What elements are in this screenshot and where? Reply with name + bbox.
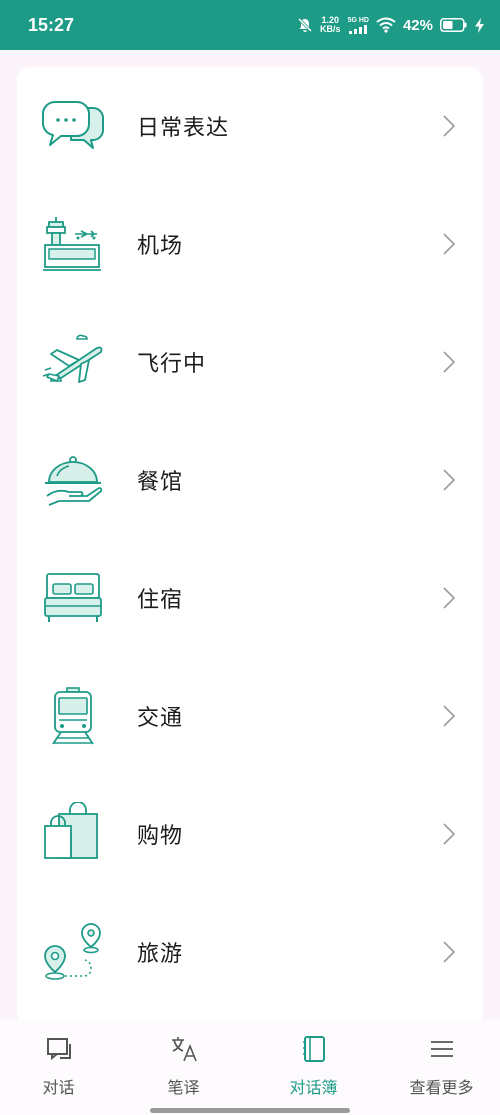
list-item-in-flight[interactable]: 飞行中 [17,303,483,421]
tab-phrasebook[interactable]: 对话簿 [251,1034,376,1104]
chevron-right-icon [443,233,456,255]
chevron-right-icon [443,351,456,373]
list-item-label: 日常表达 [137,116,230,141]
list-item-label: 机场 [137,234,184,259]
list-item-label: 交通 [137,706,184,731]
battery-icon [440,18,467,32]
list-item-label: 购物 [137,824,184,849]
restaurant-cloche-icon [41,448,105,512]
list-item-airport[interactable]: 机场 [17,185,483,303]
tab-see-more[interactable]: 查看更多 [379,1034,500,1104]
tab-label: 查看更多 [409,1078,474,1097]
shopping-bags-icon [41,802,105,866]
signal-bars-icon [349,24,368,34]
chevron-right-icon [443,115,456,137]
chevron-right-icon [443,823,456,845]
mute-bell-icon [297,17,313,33]
list-item-shopping[interactable]: 购物 [17,775,483,893]
tab-conversation[interactable]: 对话 [0,1034,121,1104]
charging-bolt-icon [475,17,484,33]
map-route-icon [41,920,105,984]
translate-icon [171,1037,197,1062]
phrasebook-icon [302,1036,325,1062]
status-icons: 1.20 KB/s 5G HD 42% [297,16,484,34]
list-item-daily-expressions[interactable]: 日常表达 [17,67,483,185]
status-bar: 15:27 1.20 KB/s 5G HD 42% [0,0,500,50]
status-time: 15:27 [28,14,75,35]
list-item-restaurant[interactable]: 餐馆 [17,421,483,539]
chevron-right-icon [443,705,456,727]
tab-translate[interactable]: 笔译 [121,1034,246,1104]
chevron-right-icon [443,469,456,491]
bottom-navigation: 对话 笔译 对话簿 查看更多 [0,1020,500,1115]
chat-bubbles-icon [41,94,105,158]
wifi-icon [376,17,396,33]
airport-icon [41,212,105,276]
tab-label: 对话簿 [289,1078,338,1097]
list-item-label: 餐馆 [137,470,184,495]
battery-percent: 42% [402,16,433,34]
net-speed: 1.20 KB/s [320,15,341,34]
list-item-label: 旅游 [137,942,184,967]
home-indicator[interactable] [150,1108,350,1113]
list-item-label: 飞行中 [137,352,207,377]
chevron-right-icon [443,587,456,609]
train-icon [41,684,105,748]
menu-icon [430,1041,453,1057]
list-item-label: 住宿 [137,588,184,613]
list-item-transportation[interactable]: 交通 [17,657,483,775]
category-list: 日常表达 机场 飞行中 餐馆 住宿 交通 购物 旅游 [17,67,483,1027]
tab-label: 对话 [42,1078,75,1097]
list-item-accommodation[interactable]: 住宿 [17,539,483,657]
airplane-icon [41,330,105,394]
signal-indicator: 5G HD [348,17,369,34]
list-item-tourism[interactable]: 旅游 [17,893,483,1011]
tab-label: 笔译 [167,1078,200,1097]
conversation-icon [46,1038,71,1061]
bed-icon [41,566,105,630]
chevron-right-icon [443,941,456,963]
